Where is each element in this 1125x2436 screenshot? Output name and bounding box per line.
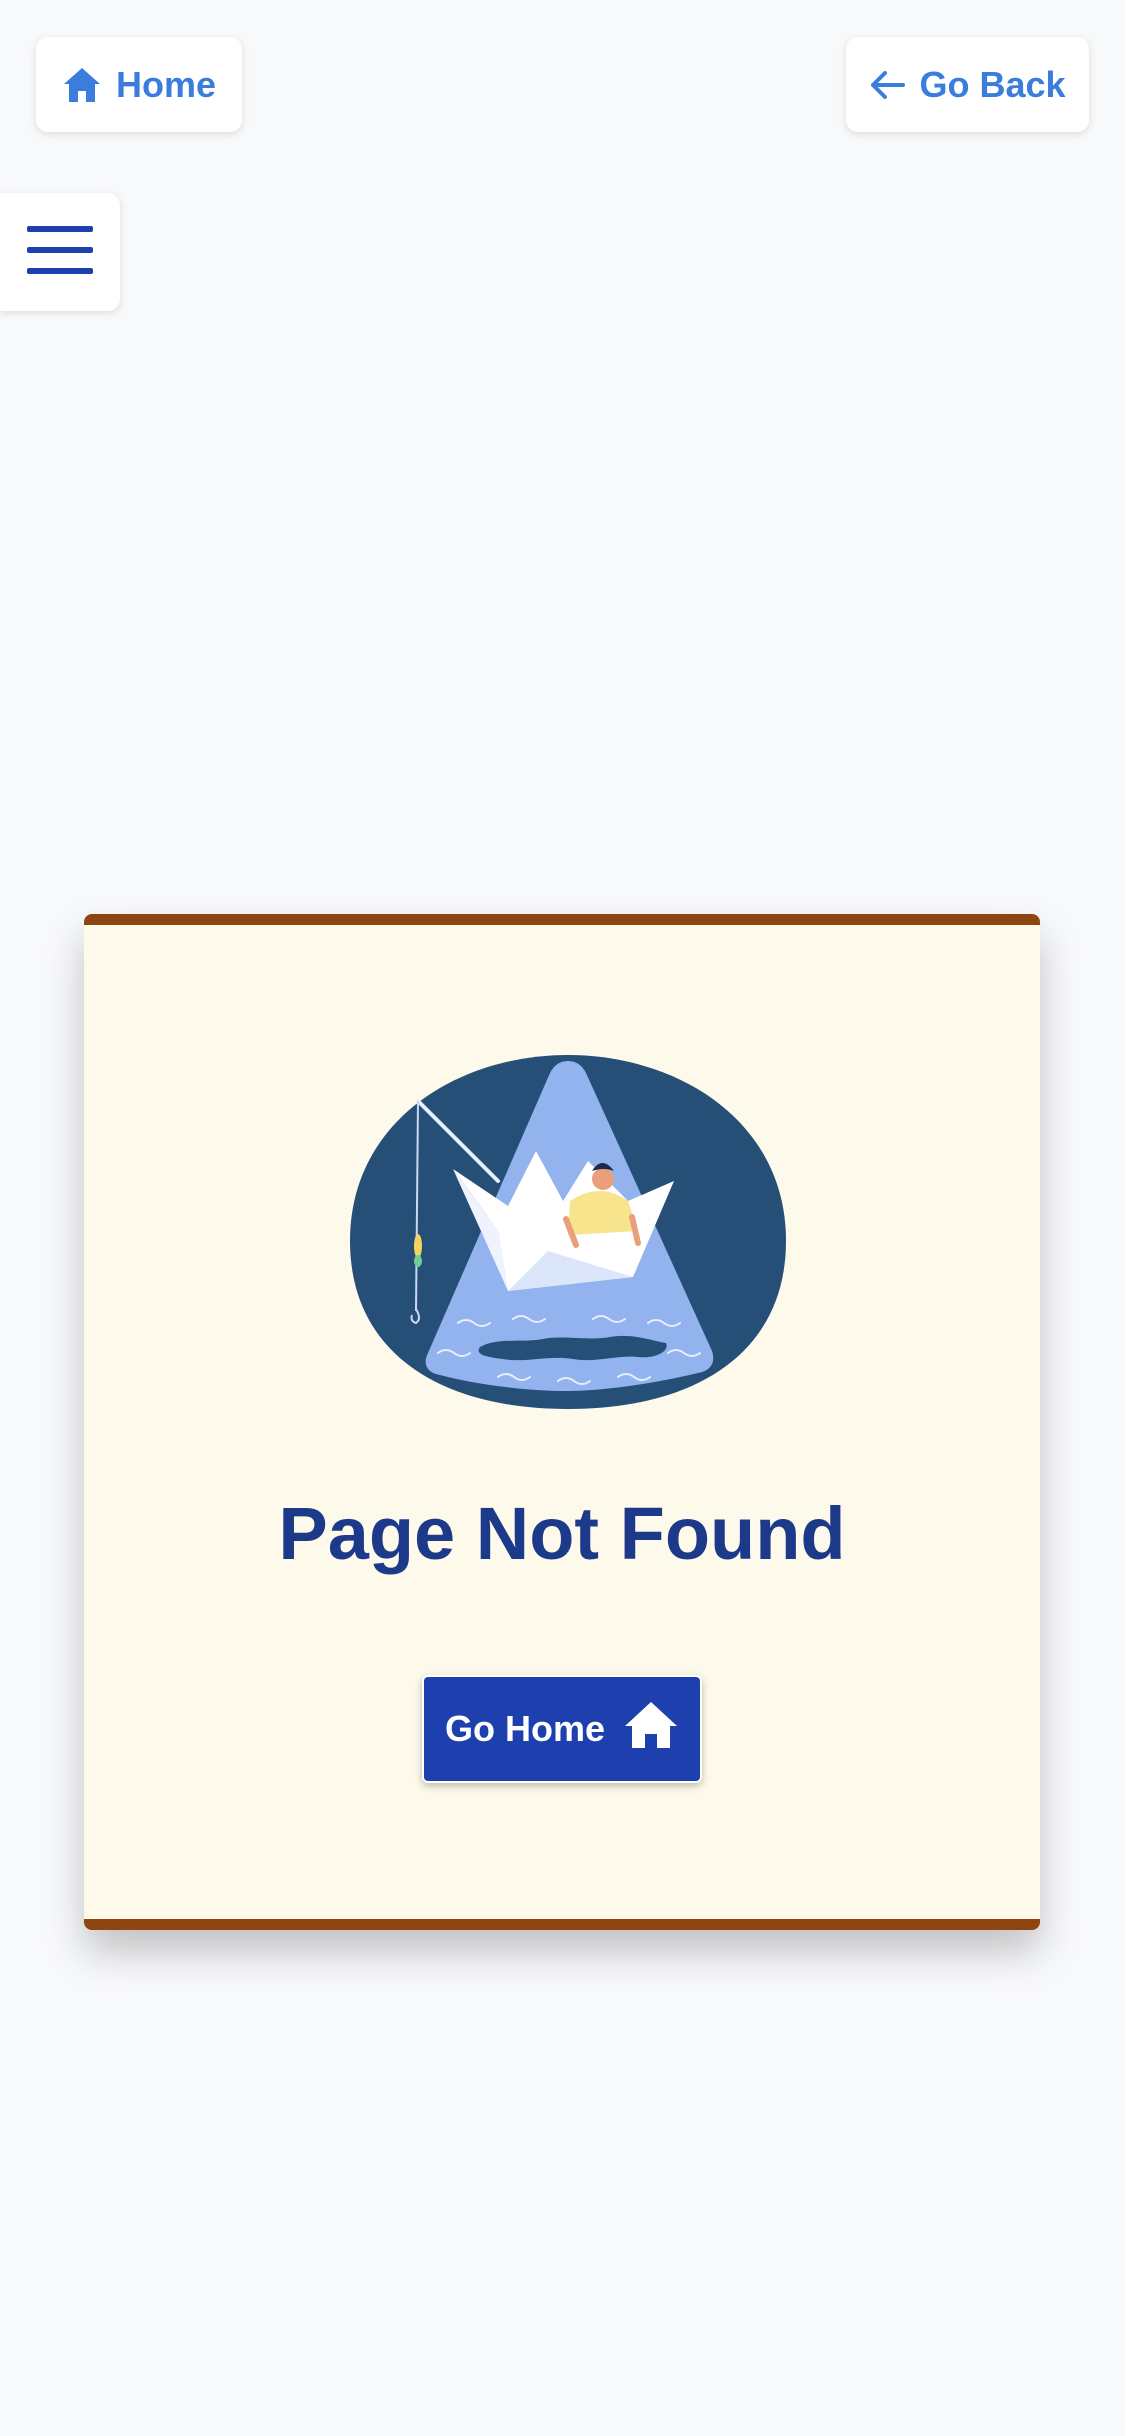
hamburger-menu-icon [27,224,93,281]
go-home-label: Go Home [444,1708,605,1749]
go-back-label: Go Back [919,63,1066,105]
home-link-label: Home [115,63,217,105]
arrow-left-icon [869,70,906,100]
go-home-button[interactable]: Go Home [422,1675,702,1783]
menu-toggle-button[interactable] [0,193,120,311]
home-link-button[interactable]: Home [36,37,242,132]
home-icon [62,66,102,104]
go-back-button[interactable]: Go Back [846,37,1089,132]
page-title: Page Not Found [278,1492,846,1575]
house-icon [623,1700,679,1759]
not-found-card: Page Not Found Go Home [84,914,1040,1930]
fisherman-paper-boat-illustration [350,1055,786,1409]
